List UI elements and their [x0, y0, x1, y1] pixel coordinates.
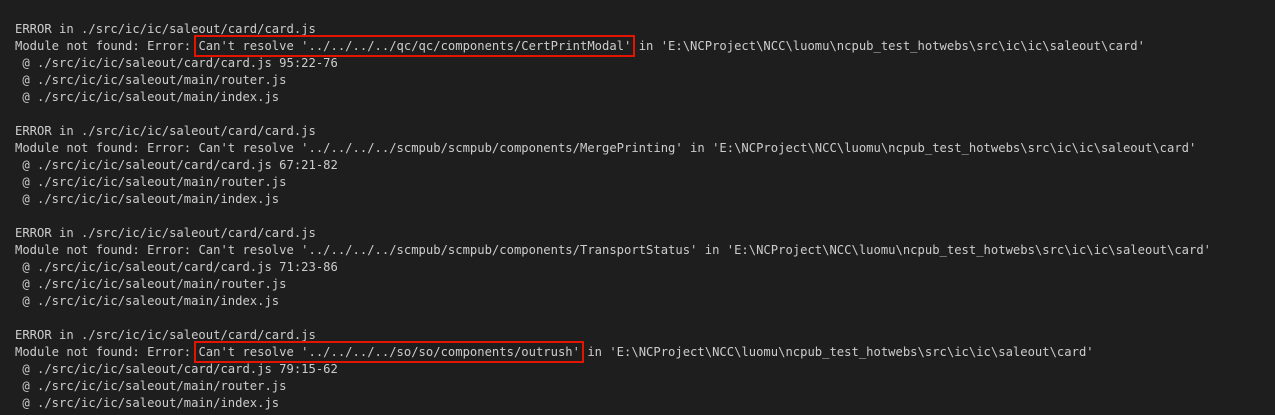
error-header: ERROR in ./src/ic/ic/saleout/card/card.j…	[15, 226, 316, 240]
stack-trace-line: @ ./src/ic/ic/saleout/main/index.js	[15, 294, 280, 308]
highlighted-unresolved-path: Can't resolve '../../../../qc/qc/compone…	[194, 35, 636, 57]
error-message: Module not found: Error: Can't resolve '…	[15, 242, 1211, 259]
stack-trace-line: @ ./src/ic/ic/saleout/main/router.js	[15, 73, 287, 87]
stack-trace-line: @ ./src/ic/ic/saleout/main/index.js	[15, 192, 280, 206]
error-header: ERROR in ./src/ic/ic/saleout/card/card.j…	[15, 124, 316, 138]
error-message-suffix: in 'E:\NCProject\NCC\luomu\ncpub_test_ho…	[682, 141, 1197, 155]
error-message-suffix: in 'E:\NCProject\NCC\luomu\ncpub_test_ho…	[580, 345, 1094, 359]
error-message: Module not found: Error: Can't resolve '…	[15, 341, 1094, 363]
terminal-output[interactable]: ERROR in ./src/ic/ic/saleout/card/card.j…	[0, 0, 1275, 415]
stack-trace-line: @ ./src/ic/ic/saleout/main/index.js	[15, 90, 280, 104]
error-header: ERROR in ./src/ic/ic/saleout/card/card.j…	[15, 22, 316, 36]
stack-trace-line: @ ./src/ic/ic/saleout/card/card.js 79:15…	[15, 362, 338, 376]
error-header: ERROR in ./src/ic/ic/saleout/card/card.j…	[15, 328, 316, 342]
unresolved-path: Can't resolve '../../../../scmpub/scmpub…	[198, 141, 683, 155]
error-message-prefix: Module not found: Error:	[15, 39, 199, 53]
stack-trace-line: @ ./src/ic/ic/saleout/card/card.js 95:22…	[15, 56, 338, 70]
unresolved-path: Can't resolve '../../../../scmpub/scmpub…	[198, 243, 698, 257]
stack-trace-line: @ ./src/ic/ic/saleout/main/router.js	[15, 175, 287, 189]
error-message-suffix: in 'E:\NCProject\NCC\luomu\ncpub_test_ho…	[697, 243, 1212, 257]
stack-trace-line: @ ./src/ic/ic/saleout/main/router.js	[15, 277, 287, 291]
stack-trace-line: @ ./src/ic/ic/saleout/card/card.js 67:21…	[15, 158, 338, 172]
stack-trace-line: @ ./src/ic/ic/saleout/main/router.js	[15, 379, 287, 393]
error-message-prefix: Module not found: Error:	[15, 141, 199, 155]
error-message: Module not found: Error: Can't resolve '…	[15, 140, 1196, 157]
stack-trace-line: @ ./src/ic/ic/saleout/card/card.js 71:23…	[15, 260, 338, 274]
highlighted-unresolved-path: Can't resolve '../../../../so/so/compone…	[194, 341, 584, 363]
error-message-prefix: Module not found: Error:	[15, 345, 199, 359]
error-message-suffix: in 'E:\NCProject\NCC\luomu\ncpub_test_ho…	[631, 39, 1145, 53]
error-message-prefix: Module not found: Error:	[15, 243, 199, 257]
stack-trace-line: @ ./src/ic/ic/saleout/main/index.js	[15, 396, 280, 410]
error-message: Module not found: Error: Can't resolve '…	[15, 35, 1145, 57]
